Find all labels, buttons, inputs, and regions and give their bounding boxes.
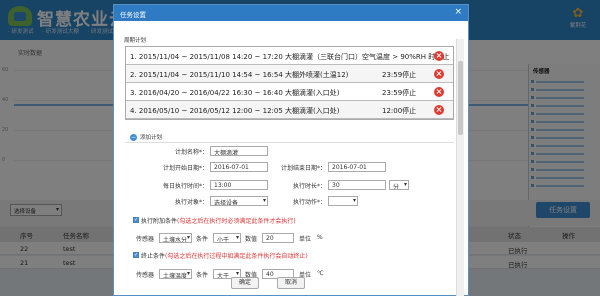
plan-row[interactable]: 1. 2015/11/04 ~ 2015/11/08 14:20 ~ 17:20… (126, 47, 453, 65)
unit-label: 单位 (299, 236, 312, 243)
divider (125, 142, 454, 143)
sensor-label: 传感器 (136, 272, 155, 279)
ok-button[interactable]: 确定 (231, 277, 259, 289)
start-date-label: 计划开始日期*： (162, 165, 208, 172)
scrollbar-thumb[interactable] (458, 61, 463, 135)
plan-name-input[interactable]: 大棚滴灌 (210, 146, 268, 156)
plan-state: 23:59停止 (382, 71, 417, 79)
delete-icon[interactable]: × (434, 51, 444, 61)
sensor-label: 传感器 (136, 236, 155, 243)
plan-state: 12:00停止 (382, 107, 417, 115)
sensor-select[interactable]: 土壤温度 (159, 269, 192, 279)
stop-condition-title: 终止条件(勾选之后在执行过程中如满足此条件执行会自动终止) (141, 253, 308, 260)
minus-circle-icon: − (130, 134, 137, 141)
unit-value: % (317, 234, 323, 241)
plan-text: 3. 2016/04/20 ~ 2016/04/22 16:30 ~ 16:40… (130, 89, 340, 97)
end-date-input[interactable]: 2016-07-01 (328, 162, 386, 172)
dialog-scrollbar[interactable] (456, 39, 464, 296)
plan-row[interactable]: 4. 2016/05/10 ~ 2016/05/12 12:00 ~ 12:05… (126, 101, 453, 119)
delete-icon[interactable]: × (434, 69, 444, 79)
condition-label: 条件 (196, 236, 209, 243)
dialog-body: 周期计划 1. 2015/11/04 ~ 2015/11/08 14:20 ~ … (114, 21, 468, 296)
delete-icon[interactable]: × (434, 87, 444, 97)
value-label: 数值 (245, 236, 258, 243)
sensor-select[interactable]: 土壤水分 (159, 233, 192, 243)
task-settings-dialog: 任务设置 × 周期计划 1. 2015/11/04 ~ 2015/11/08 1… (113, 4, 469, 296)
daily-time-label: 每日执行时间*： (162, 183, 208, 190)
stop-condition-checkbox[interactable]: ✓ (133, 252, 139, 258)
action-label: 执行动作*： (292, 199, 326, 206)
plan-name-label: 计划名称*： (174, 149, 208, 156)
dialog-title: 任务设置 (120, 11, 146, 19)
duration-label: 执行时长*： (292, 183, 326, 190)
condition-label: 条件 (196, 272, 209, 279)
start-date-input[interactable]: 2016-07-01 (210, 162, 268, 172)
plan-row[interactable]: 3. 2016/04/20 ~ 2016/04/22 16:30 ~ 16:40… (126, 83, 453, 101)
add-plan-toggle[interactable]: − 添加计划 (130, 133, 162, 141)
add-condition-title: 执行附加条件(勾选之后在执行时必须满足此条件才会执行) (141, 218, 296, 225)
plan-list: 1. 2015/11/04 ~ 2015/11/08 14:20 ~ 17:20… (125, 46, 454, 120)
unit-value: ℃ (317, 270, 324, 277)
add-plan-label: 添加计划 (140, 135, 163, 141)
object-label: 执行对象*： (174, 199, 208, 206)
add-condition-checkbox[interactable]: ✓ (133, 217, 139, 223)
close-icon[interactable]: × (454, 8, 462, 17)
value-input[interactable]: 20 (262, 233, 294, 243)
object-select[interactable]: 选择设备 (210, 196, 268, 206)
delete-icon[interactable]: × (434, 105, 444, 115)
cancel-button[interactable]: 取消 (277, 277, 305, 289)
plan-text: 1. 2015/11/04 ~ 2015/11/08 14:20 ~ 17:20… (130, 53, 450, 61)
daily-time-input[interactable]: 13:00 (210, 180, 268, 190)
action-select[interactable] (328, 196, 358, 206)
plan-text: 2. 2015/11/04 ~ 2015/11/10 14:54 ~ 16:54… (130, 71, 349, 79)
end-date-label: 计划结束日期*： (280, 165, 326, 172)
duration-unit-select[interactable]: 分 (389, 180, 409, 190)
duration-input[interactable]: 30 (328, 180, 386, 190)
dialog-header: 任务设置 × (114, 5, 468, 21)
section-label: 周期计划 (124, 38, 147, 44)
plan-text: 4. 2016/05/10 ~ 2016/05/12 12:00 ~ 12:05… (130, 107, 340, 115)
plan-state: 23:59停止 (382, 89, 417, 97)
condition-select[interactable]: 小于 (213, 233, 241, 243)
plan-row[interactable]: 2. 2015/11/04 ~ 2015/11/10 14:54 ~ 16:54… (126, 65, 453, 83)
